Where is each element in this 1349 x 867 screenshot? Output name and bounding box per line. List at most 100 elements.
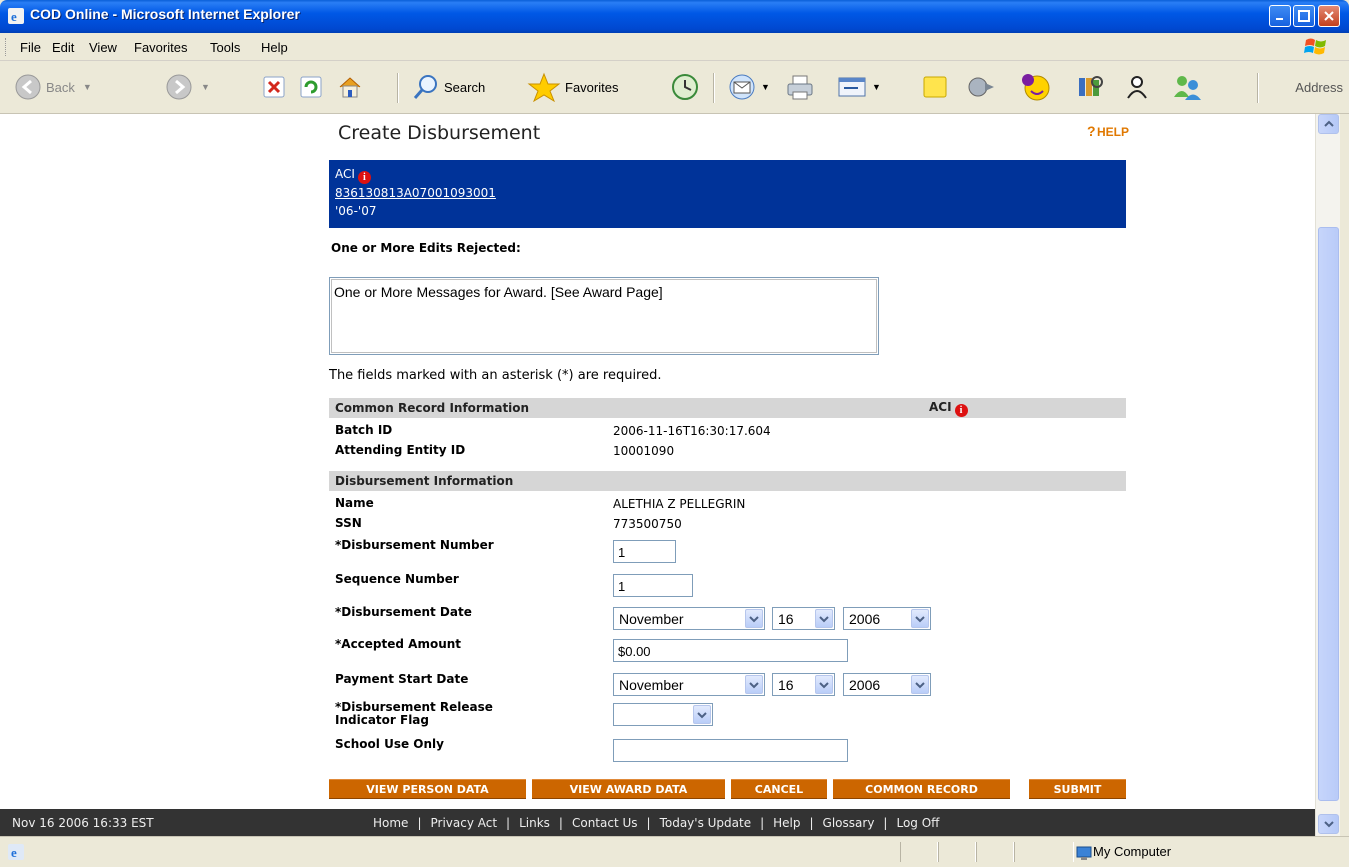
help-label: HELP bbox=[1097, 125, 1130, 139]
toolbar-separator bbox=[713, 73, 715, 103]
disbursement-date-month-select[interactable]: November bbox=[613, 607, 765, 630]
payment-start-day-value: 16 bbox=[778, 677, 794, 693]
sequence-number-input[interactable]: 1 bbox=[613, 574, 693, 597]
stop-button[interactable] bbox=[262, 69, 286, 105]
footer-link-log-off[interactable]: Log Off bbox=[896, 816, 939, 830]
common-record-button[interactable]: COMMON RECORD bbox=[833, 779, 1010, 799]
favorites-button[interactable]: Favorites bbox=[527, 69, 618, 105]
mail-button[interactable]: ▼ bbox=[727, 69, 770, 105]
footer-link-home[interactable]: Home bbox=[373, 816, 408, 830]
menu-file[interactable]: File bbox=[20, 40, 41, 55]
footer-timestamp: Nov 16 2006 16:33 EST bbox=[12, 816, 154, 830]
sequence-number-label: Sequence Number bbox=[335, 572, 459, 586]
payment-start-day-select[interactable]: 16 bbox=[772, 673, 835, 696]
accepted-amount-input[interactable]: $0.00 bbox=[613, 639, 848, 662]
footer-link-glossary[interactable]: Glossary bbox=[823, 816, 875, 830]
close-window-button[interactable] bbox=[1318, 5, 1340, 27]
chevron-down-icon bbox=[1323, 821, 1334, 828]
chevron-down-icon[interactable] bbox=[693, 705, 711, 724]
vertical-scrollbar[interactable] bbox=[1315, 114, 1340, 836]
history-button[interactable] bbox=[670, 69, 700, 105]
mail-dropdown-icon[interactable]: ▼ bbox=[761, 82, 770, 92]
refresh-icon bbox=[300, 76, 322, 98]
search-button[interactable]: Search bbox=[412, 69, 485, 105]
common-record-section-title: Common Record Information bbox=[335, 401, 530, 415]
footer-divider: | bbox=[558, 816, 563, 830]
disbursement-section-title: Disbursement Information bbox=[335, 474, 514, 488]
refresh-button[interactable] bbox=[299, 69, 323, 105]
disbursement-date-year-select[interactable]: 2006 bbox=[843, 607, 931, 630]
menu-tools[interactable]: Tools bbox=[210, 40, 240, 55]
payment-start-date-label: Payment Start Date bbox=[335, 672, 469, 686]
search-icon bbox=[413, 75, 437, 99]
status-cell bbox=[976, 842, 1014, 862]
forward-dropdown-icon[interactable]: ▼ bbox=[201, 82, 210, 92]
status-bar: e My Computer bbox=[0, 836, 1349, 867]
disbursement-number-input[interactable]: 1 bbox=[613, 540, 676, 563]
chevron-down-icon[interactable] bbox=[815, 609, 833, 628]
chevron-down-icon[interactable] bbox=[911, 675, 929, 694]
home-icon bbox=[339, 77, 361, 98]
footer-link-links[interactable]: Links bbox=[519, 816, 550, 830]
menu-favorites[interactable]: Favorites bbox=[134, 40, 187, 55]
home-button[interactable] bbox=[336, 69, 364, 105]
payment-start-month-select[interactable]: November bbox=[613, 673, 765, 696]
payment-start-year-select[interactable]: 2006 bbox=[843, 673, 931, 696]
maximize-button[interactable] bbox=[1293, 5, 1315, 27]
submit-button[interactable]: SUBMIT bbox=[1029, 779, 1126, 799]
cancel-button[interactable]: CANCEL bbox=[731, 779, 827, 799]
footer-link-todays-update[interactable]: Today's Update bbox=[660, 816, 752, 830]
help-icon: ? bbox=[1087, 123, 1096, 139]
footer-link-contact-us[interactable]: Contact Us bbox=[572, 816, 638, 830]
edits-rejected-label: One or More Edits Rejected: bbox=[331, 241, 521, 255]
info-icon[interactable]: i bbox=[954, 404, 968, 417]
edit-dropdown-icon[interactable]: ▼ bbox=[872, 82, 881, 92]
back-dropdown-icon[interactable]: ▼ bbox=[83, 82, 92, 92]
chevron-down-icon[interactable] bbox=[815, 675, 833, 694]
view-person-data-button[interactable]: VIEW PERSON DATA bbox=[329, 779, 526, 799]
edit-button[interactable]: ▼ bbox=[836, 69, 881, 105]
minimize-button[interactable] bbox=[1269, 5, 1291, 27]
footer-divider: | bbox=[417, 816, 422, 830]
view-award-data-button[interactable]: VIEW AWARD DATA bbox=[532, 779, 725, 799]
chevron-down-icon[interactable] bbox=[745, 675, 763, 694]
release-indicator-select[interactable] bbox=[613, 703, 713, 726]
menu-help[interactable]: Help bbox=[261, 40, 288, 55]
menu-edit[interactable]: Edit bbox=[52, 40, 74, 55]
disbursement-date-day-select[interactable]: 16 bbox=[772, 607, 835, 630]
messages-textarea[interactable]: One or More Messages for Award. [See Awa… bbox=[329, 277, 879, 355]
edit-page-icon bbox=[838, 77, 866, 97]
discuss-button[interactable] bbox=[920, 69, 950, 105]
disbursement-date-label: *Disbursement Date bbox=[335, 605, 472, 619]
ie-icon: e bbox=[8, 8, 24, 24]
stop-icon bbox=[263, 76, 285, 98]
chevron-down-icon[interactable] bbox=[745, 609, 763, 628]
scroll-down-button[interactable] bbox=[1318, 814, 1339, 834]
batch-id-value: 2006-11-16T16:30:17.604 bbox=[613, 424, 771, 438]
contacts-button[interactable] bbox=[1123, 69, 1153, 105]
scroll-up-button[interactable] bbox=[1318, 114, 1339, 134]
print-button[interactable] bbox=[784, 69, 816, 105]
school-use-only-label: School Use Only bbox=[335, 737, 444, 751]
security-zone-label: My Computer bbox=[1093, 844, 1172, 859]
footer-links: Home | Privacy Act | Links | Contact Us | Today'… bbox=[373, 816, 939, 830]
research-button[interactable] bbox=[1075, 69, 1105, 105]
back-button[interactable]: Back ▼ bbox=[14, 69, 92, 105]
yahoo-smiley-icon bbox=[1022, 74, 1050, 101]
yahoo-button[interactable] bbox=[1020, 69, 1054, 105]
help-link[interactable]: ? HELP bbox=[1087, 123, 1130, 139]
forward-button[interactable]: ▼ bbox=[165, 69, 210, 105]
attending-entity-id-label: Attending Entity ID bbox=[335, 443, 466, 457]
users-button[interactable] bbox=[1170, 69, 1204, 105]
school-use-only-input[interactable] bbox=[613, 739, 848, 762]
chevron-down-icon[interactable] bbox=[911, 609, 929, 628]
scroll-thumb[interactable] bbox=[1318, 227, 1339, 801]
info-icon[interactable]: i bbox=[357, 171, 371, 184]
award-id-link[interactable]: 836130813A07001093001 bbox=[335, 186, 496, 200]
menu-view[interactable]: View bbox=[89, 40, 117, 55]
computer-icon bbox=[1076, 846, 1092, 860]
status-cell bbox=[938, 842, 976, 862]
messenger-button[interactable] bbox=[966, 69, 996, 105]
footer-link-help[interactable]: Help bbox=[773, 816, 800, 830]
footer-link-privacy-act[interactable]: Privacy Act bbox=[430, 816, 497, 830]
